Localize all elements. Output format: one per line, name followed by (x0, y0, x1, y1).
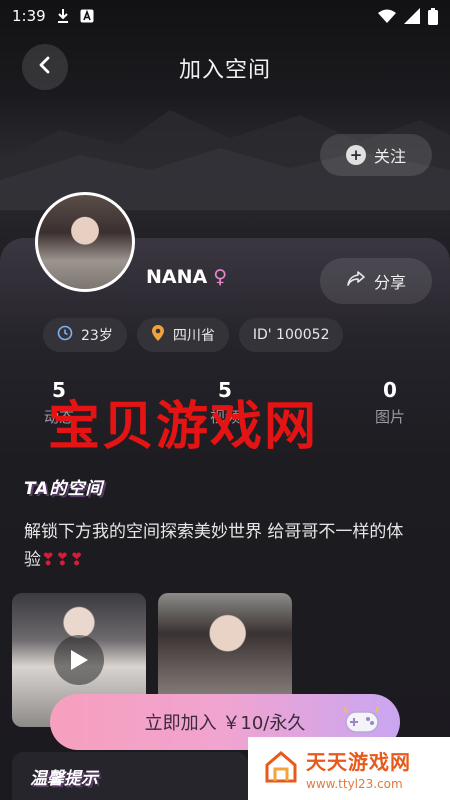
page-title: 加入空间 (178, 58, 271, 83)
battery-icon (428, 7, 438, 25)
stat-images-label: 图片 (374, 408, 405, 426)
location-label: 四川省 (172, 328, 215, 344)
location-pin-icon (151, 324, 165, 346)
follow-label: 关注 (373, 147, 406, 166)
age-tag: 23岁 (43, 318, 127, 352)
clock-icon (57, 325, 73, 345)
signal-icon (404, 8, 420, 24)
space-description: 解锁下方我的空间探索美妙世界 给哥哥不一样的体验❣❣❣ (24, 518, 428, 574)
id-label: ID' 100052 (252, 327, 330, 343)
status-time: 1:39 (12, 7, 46, 25)
location-tag: 四川省 (136, 318, 229, 352)
nickname: NANA ♀ (146, 266, 227, 288)
plus-circle-icon: + (345, 145, 366, 165)
age-label: 23岁 (81, 328, 113, 344)
nickname-text: NANA (146, 266, 208, 288)
share-icon (346, 270, 366, 292)
profile-tags: 23岁 四川省 ID' 100052 (43, 318, 344, 352)
female-icon: ♀ (213, 266, 228, 288)
play-icon[interactable] (54, 635, 104, 685)
a-badge-icon (80, 9, 94, 23)
wifi-icon (378, 9, 396, 23)
tips-title: 温馨提示 (30, 769, 98, 789)
avatar[interactable] (35, 192, 135, 292)
stat-images-value: 0 (383, 378, 397, 402)
stat-images[interactable]: 0 图片 (355, 378, 425, 427)
house-logo-icon (264, 750, 298, 788)
hearts-icon: ❣❣❣ (41, 550, 84, 570)
share-label: 分享 (373, 273, 406, 292)
id-tag: ID' 100052 (238, 318, 344, 352)
header: 加入空间 (0, 40, 450, 94)
site-name: 天天游戏网 (306, 750, 411, 774)
share-button[interactable]: 分享 (320, 258, 432, 304)
space-section-title: TA的空间 (24, 479, 104, 499)
watermark-text: 宝贝游戏网 (48, 397, 319, 457)
join-label: 立即加入 ￥10/永久 (144, 713, 306, 734)
follow-button[interactable]: + 关注 (320, 134, 432, 176)
status-bar: 1:39 (0, 0, 450, 32)
site-url: www.ttyl23.com (306, 777, 403, 791)
site-badge: 天天游戏网 www.ttyl23.com (248, 737, 450, 800)
download-icon (56, 8, 70, 24)
